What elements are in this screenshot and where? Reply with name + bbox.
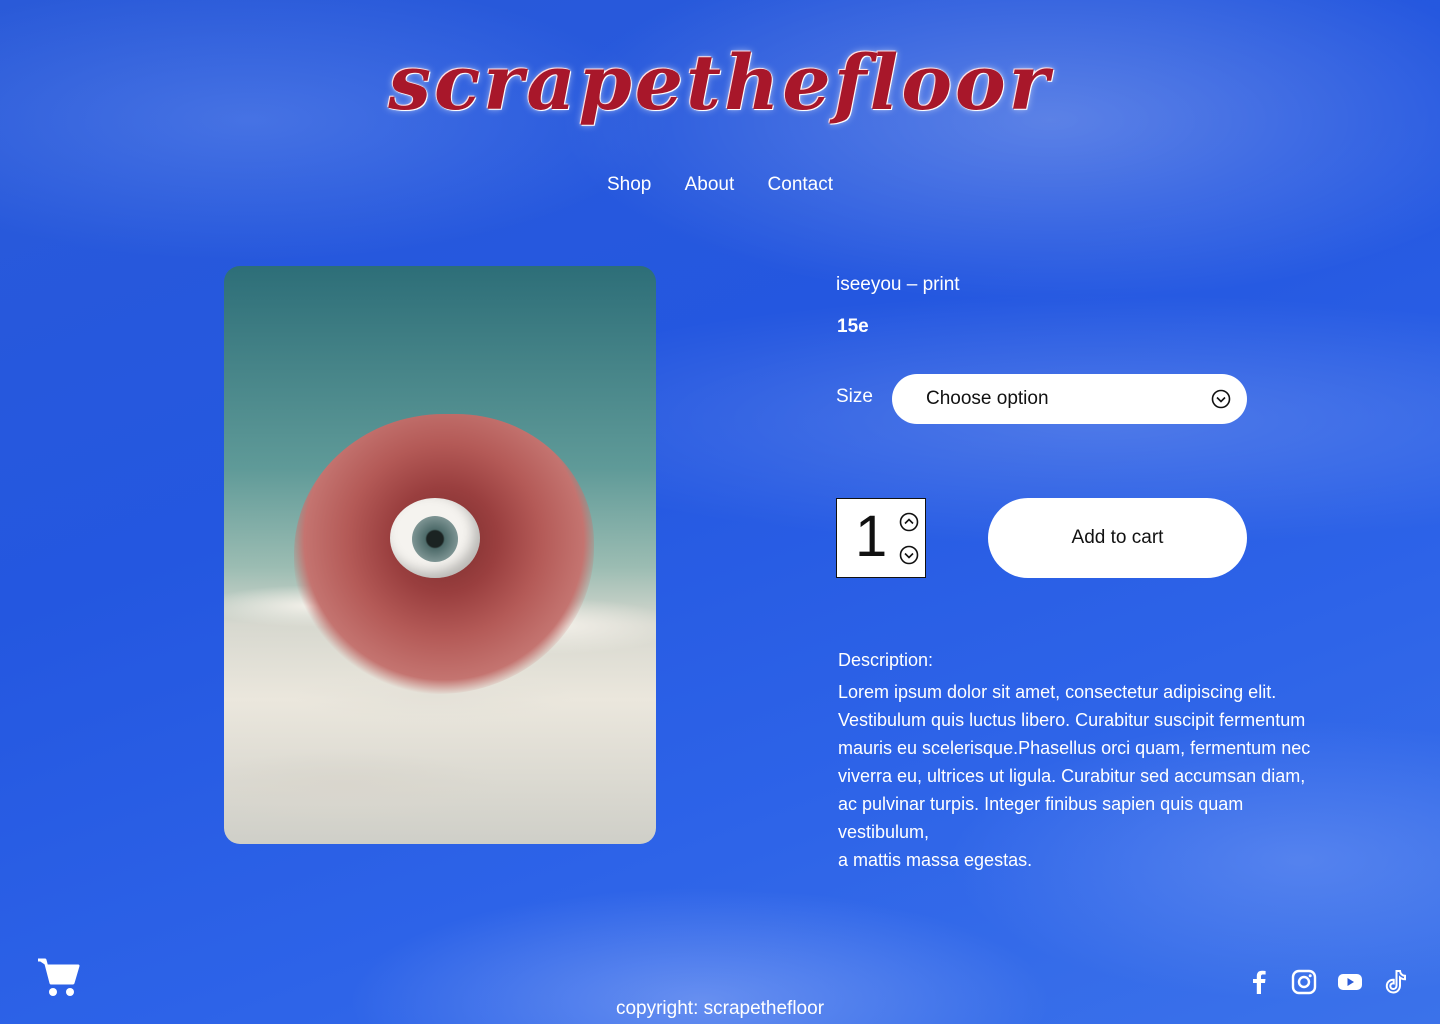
nav-shop[interactable]: Shop xyxy=(607,174,651,195)
main-nav: Shop About Contact xyxy=(0,174,1440,196)
product-title: iseeyou – print xyxy=(836,274,960,295)
chevron-down-icon xyxy=(1211,389,1231,409)
description-line: Vestibulum quis luctus libero. Curabitur… xyxy=(838,710,1306,730)
description-text: Lorem ipsum dolor sit amet, consectetur … xyxy=(838,678,1328,874)
product-image xyxy=(224,266,656,844)
chevron-up-icon[interactable] xyxy=(899,512,919,532)
description-line: viverra eu, ultrices ut ligula. Curabitu… xyxy=(838,766,1306,786)
nav-contact[interactable]: Contact xyxy=(768,174,833,195)
description-line: ac pulvinar turpis. Integer finibus sapi… xyxy=(838,794,1244,842)
tiktok-link[interactable] xyxy=(1383,969,1409,995)
youtube-icon xyxy=(1338,974,1362,990)
description-line: Lorem ipsum dolor sit amet, consectetur … xyxy=(838,682,1277,702)
description-label: Description: xyxy=(838,650,934,670)
copyright-text: copyright: scrapethefloor xyxy=(615,998,825,1019)
nav-about[interactable]: About xyxy=(685,174,735,195)
size-select[interactable]: Choose option xyxy=(892,374,1247,424)
instagram-icon xyxy=(1291,969,1317,995)
add-to-cart-button[interactable]: Add to cart xyxy=(988,498,1247,578)
site-logo[interactable]: scrapethefloor xyxy=(0,38,1440,127)
chevron-down-icon[interactable] xyxy=(899,545,919,565)
quantity-stepper[interactable]: 1 xyxy=(836,498,926,578)
description-line: a mattis massa egestas. xyxy=(838,850,1033,870)
instagram-link[interactable] xyxy=(1291,969,1317,995)
product-price: 15e xyxy=(837,316,869,337)
eye-graphic xyxy=(390,498,480,578)
description-line: mauris eu scelerisque.Phasellus orci qua… xyxy=(838,738,1311,758)
quantity-value[interactable]: 1 xyxy=(855,503,887,571)
youtube-link[interactable] xyxy=(1337,969,1363,995)
size-select-value: Choose option xyxy=(926,388,1049,409)
facebook-icon xyxy=(1253,970,1266,994)
tiktok-icon xyxy=(1385,970,1406,994)
cart-icon[interactable] xyxy=(36,956,80,998)
eye-iris xyxy=(412,516,458,562)
size-label: Size xyxy=(836,386,873,407)
facebook-link[interactable] xyxy=(1246,969,1272,995)
